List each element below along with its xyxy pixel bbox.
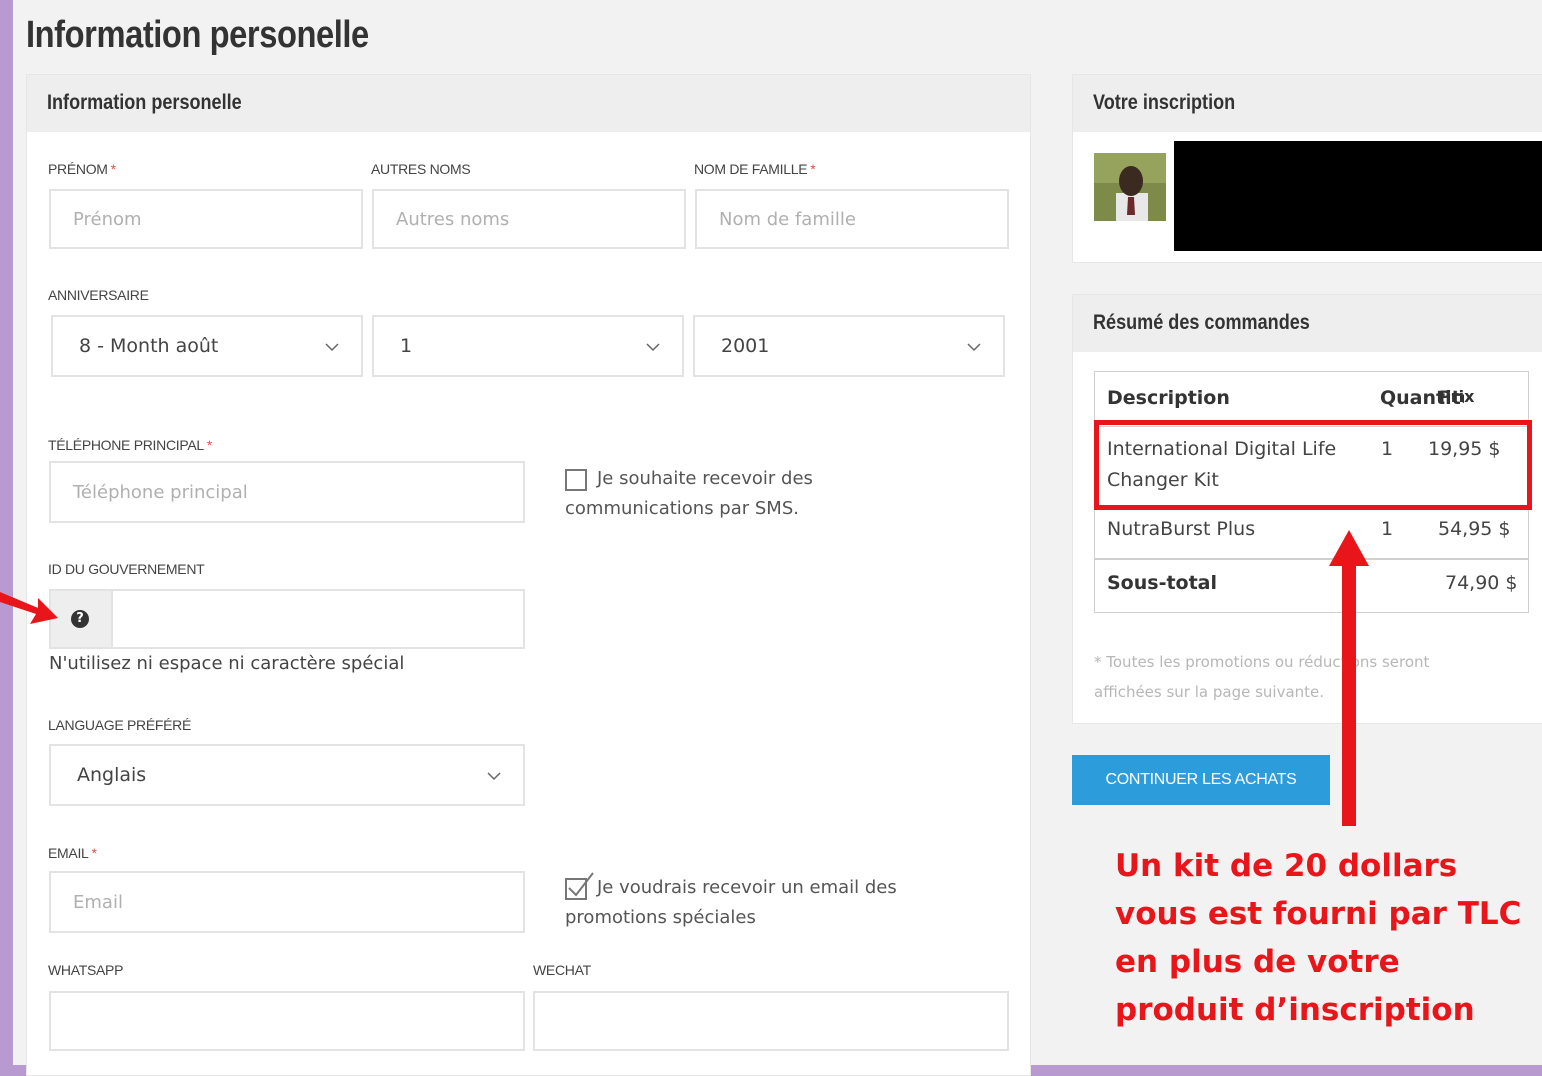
chevron-down-icon: [325, 335, 339, 357]
sms-opt-text-line2: communications par SMS.: [565, 498, 799, 519]
column-description: Description: [1107, 387, 1230, 409]
subtotal-row: Sous-total 74,90 $: [1095, 558, 1528, 612]
birth-year-value: 2001: [721, 335, 770, 357]
gov-id-hint: N'utilisez ni espace ni caractère spécia…: [49, 653, 405, 674]
chevron-down-icon: [487, 764, 501, 786]
birth-month-value: 8 - Month août: [79, 335, 219, 357]
first-name-label: PRÉNOM *: [48, 161, 116, 177]
summary-header: Résumé des commandes: [1073, 295, 1542, 352]
annotation-line: produit d’inscription: [1115, 992, 1475, 1028]
email-checkbox[interactable]: [565, 872, 594, 900]
other-names-label: AUTRES NOMS: [371, 161, 471, 177]
redacted-block: [1174, 141, 1542, 251]
page: Information personelle Information perso…: [0, 0, 1542, 1076]
whatsapp-input[interactable]: [49, 991, 525, 1051]
annotation-text: Un kit de 20 dollars vous est fourni par…: [1115, 842, 1542, 1034]
registration-header-title: Votre inscription: [1093, 91, 1236, 114]
help-addon[interactable]: ?: [51, 591, 113, 647]
chevron-down-icon: [646, 335, 660, 357]
avatar: [1094, 153, 1166, 221]
question-circle-icon: ?: [71, 610, 89, 628]
arrow-right-icon: [0, 592, 58, 624]
subtotal-value: 74,90 $: [1445, 572, 1518, 594]
summary-note: * Toutes les promotions ou réductions se…: [1094, 647, 1429, 707]
birth-day-value: 1: [400, 335, 413, 357]
item-quantity: 1: [1381, 518, 1394, 540]
arrow-up-icon: [1329, 530, 1369, 826]
email-label: EMAIL *: [48, 845, 97, 861]
phone-label: TÉLÉPHONE PRINCIPAL *: [48, 437, 213, 453]
annotation-line: en plus de votre: [1115, 944, 1400, 980]
whatsapp-label: WHATSAPP: [48, 962, 124, 978]
annotation-line: Un kit de 20 dollars: [1115, 848, 1458, 884]
registration-header: Votre inscription: [1073, 75, 1542, 132]
email-opt-text-line2: promotions spéciales: [565, 907, 756, 928]
summary-header-title: Résumé des commandes: [1093, 311, 1310, 334]
summary-note-line1: * Toutes les promotions ou réductions se…: [1094, 653, 1430, 671]
phone-input[interactable]: [49, 461, 525, 523]
birth-month-select[interactable]: 8 - Month août: [51, 315, 363, 377]
item-description-line1: NutraBurst Plus: [1107, 518, 1256, 540]
panel-header: Information personelle: [27, 75, 1030, 132]
registration-panel: Votre inscription: [1072, 74, 1542, 263]
wechat-label: WECHAT: [533, 962, 591, 978]
item-price: 54,95 $: [1438, 518, 1511, 540]
table-row: NutraBurst Plus 1 54,95 $: [1095, 506, 1528, 554]
last-name-input[interactable]: [695, 189, 1009, 249]
wechat-input[interactable]: [533, 991, 1009, 1051]
check-icon: [568, 872, 594, 897]
column-price: Prix: [1439, 387, 1475, 406]
language-select[interactable]: Anglais: [49, 744, 525, 806]
gov-id-label: ID DU GOUVERNEMENT: [48, 561, 205, 577]
language-value: Anglais: [77, 764, 147, 786]
birth-year-select[interactable]: 2001: [693, 315, 1005, 377]
summary-note-line2: affichées sur la page suivante.: [1094, 683, 1325, 701]
other-names-input[interactable]: [372, 189, 686, 249]
last-name-label: NOM DE FAMILLE *: [694, 161, 816, 177]
email-opt-text-line1: Je voudrais recevoir un email des: [597, 877, 897, 898]
highlight-box: [1094, 420, 1532, 510]
language-label: LANGUAGE PRÉFÉRÉ: [48, 717, 192, 733]
email-input[interactable]: [49, 871, 525, 933]
gov-id-input[interactable]: ?: [49, 589, 525, 649]
panel-header-title: Information personelle: [47, 91, 242, 114]
birthday-label: ANNIVERSAIRE: [48, 287, 149, 303]
sms-opt-in[interactable]: Je souhaite recevoir des communications …: [565, 464, 985, 524]
personal-info-panel: Information personelle PRÉNOM * AUTRES NO…: [26, 74, 1031, 1076]
chevron-down-icon: [967, 335, 981, 357]
first-name-input[interactable]: [49, 189, 363, 249]
annotation-line: vous est fourni par TLC: [1115, 896, 1522, 932]
email-opt-in[interactable]: Je voudrais recevoir un email des promot…: [565, 872, 1005, 933]
birth-day-select[interactable]: 1: [372, 315, 684, 377]
page-title: Information personelle: [26, 14, 369, 56]
sms-checkbox[interactable]: [565, 469, 587, 491]
subtotal-label: Sous-total: [1107, 572, 1218, 594]
sms-opt-text-line1: Je souhaite recevoir des: [597, 468, 813, 489]
continue-shopping-button[interactable]: CONTINUER LES ACHATS: [1072, 755, 1330, 805]
